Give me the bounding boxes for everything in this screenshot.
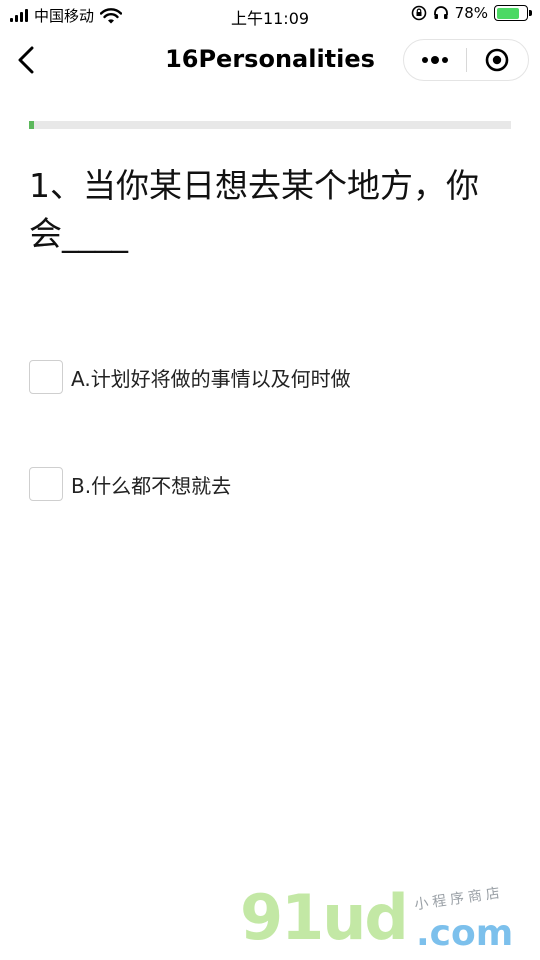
progress-fill [29, 121, 34, 129]
more-dots-icon [421, 56, 448, 64]
nav-bar: 16Personalities [0, 34, 540, 86]
target-circle-icon [485, 48, 509, 72]
option-a[interactable]: A.计划好将做的事情以及何时做 [29, 360, 351, 394]
option-a-label: A.计划好将做的事情以及何时做 [71, 366, 351, 391]
watermark-logo: 91ud 小程序商店 .com [240, 880, 530, 955]
option-b-label: B.什么都不想就去 [71, 473, 232, 498]
battery-fill [496, 7, 520, 19]
close-button[interactable] [467, 40, 529, 80]
watermark-brand: 91ud [240, 881, 409, 954]
status-right: 78% [411, 4, 532, 22]
option-b-checkbox[interactable] [29, 467, 63, 501]
option-b[interactable]: B.什么都不想就去 [29, 467, 231, 501]
question-text: 1、当你某日想去某个地方，你会____ [29, 166, 479, 253]
more-button[interactable] [404, 40, 466, 80]
option-a-checkbox[interactable] [29, 360, 63, 394]
battery-percent: 78% [454, 4, 488, 22]
mini-program-capsule [403, 39, 529, 81]
headphones-icon [433, 6, 448, 19]
watermark-subtitle: 小程序商店 [413, 884, 505, 914]
battery-icon [494, 5, 532, 21]
status-bar: 中国移动 上午11:09 78% [0, 0, 540, 30]
watermark-domain: .com [416, 913, 514, 954]
progress-bar [29, 121, 511, 129]
rotation-lock-icon [411, 5, 426, 21]
